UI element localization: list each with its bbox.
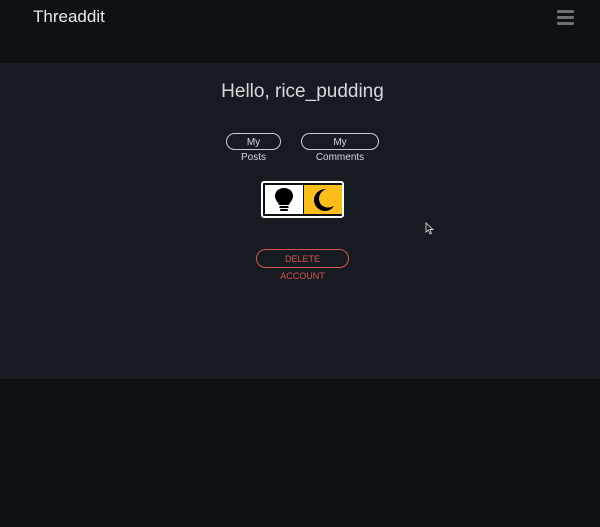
hamburger-menu-icon[interactable] <box>557 10 575 26</box>
my-comments-button[interactable]: My Comments <box>301 133 379 163</box>
my-posts-button[interactable]: My Posts <box>226 133 281 163</box>
theme-toggle[interactable] <box>261 181 344 218</box>
profile-panel: Hello, rice_pudding My Posts My Comments… <box>0 63 600 379</box>
page: Threaddit Hello, rice_pudding My Posts M… <box>0 0 600 527</box>
lightbulb-icon <box>275 188 293 211</box>
navbar: Threaddit <box>0 0 600 63</box>
light-theme-option[interactable] <box>265 185 303 214</box>
menu-bar <box>557 10 574 13</box>
page-title: Hello, rice_pudding <box>221 81 384 102</box>
dark-theme-option[interactable] <box>304 185 342 214</box>
mouse-cursor-icon <box>425 222 435 235</box>
menu-bar <box>557 22 574 25</box>
delete-account-button[interactable]: DELETE ACCOUNT <box>256 249 349 281</box>
moon-icon <box>314 189 334 211</box>
brand-link[interactable]: Threaddit <box>33 7 105 27</box>
menu-bar <box>557 16 574 19</box>
